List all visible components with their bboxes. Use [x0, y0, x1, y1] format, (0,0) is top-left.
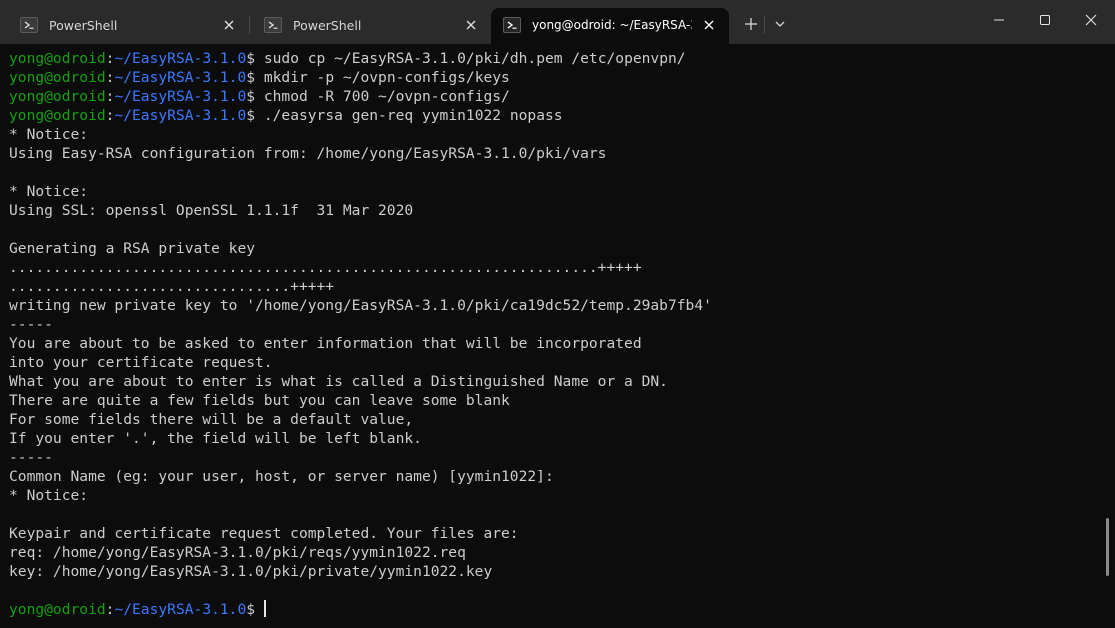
prompt-symbol: $ — [246, 88, 256, 105]
output-line: For some fields there will be a default … — [9, 411, 414, 428]
prompt-symbol: $ — [246, 107, 256, 124]
output-line: req: /home/yong/EasyRSA-3.1.0/pki/reqs/y… — [9, 544, 466, 561]
output-line: There are quite a few fields but you can… — [9, 392, 510, 409]
prompt-path: ~/EasyRSA-3.1.0 — [114, 69, 247, 86]
prompt-path: ~/EasyRSA-3.1.0 — [114, 50, 247, 67]
close-icon[interactable] — [700, 16, 718, 34]
maximize-button[interactable] — [1022, 0, 1068, 40]
terminal-icon — [503, 17, 521, 33]
prompt-line: yong@odroid:~/EasyRSA-3.1.0$ mkdir -p ~/… — [9, 68, 510, 87]
prompt-line: yong@odroid:~/EasyRSA-3.1.0$ chmod -R 70… — [9, 87, 510, 106]
prompt-line: yong@odroid:~/EasyRSA-3.1.0$ sudo cp ~/E… — [9, 49, 686, 68]
prompt-user: yong@odroid — [9, 107, 106, 124]
prompt-user: yong@odroid — [9, 88, 106, 105]
chevron-down-icon — [775, 21, 785, 27]
new-tab-button[interactable] — [739, 12, 763, 36]
toolbar-separator — [764, 16, 765, 34]
output-line: Common Name (eg: your user, host, or ser… — [9, 468, 554, 485]
command-text: mkdir -p ~/ovpn-configs/keys — [255, 69, 510, 86]
prompt-line: yong@odroid:~/EasyRSA-3.1.0$ — [9, 600, 266, 619]
prompt-path: ~/EasyRSA-3.1.0 — [114, 107, 247, 124]
minimize-icon — [994, 19, 1004, 21]
minimize-button[interactable] — [976, 0, 1022, 40]
tab-dropdown-button[interactable] — [768, 12, 792, 36]
output-line: ........................................… — [9, 259, 642, 276]
terminal-output[interactable]: yong@odroid:~/EasyRSA-3.1.0$ sudo cp ~/E… — [0, 44, 1115, 628]
output-line: Generating a RSA private key — [9, 240, 256, 257]
output-line: Using SSL: openssl OpenSSL 1.1.1f 31 Mar… — [9, 202, 414, 219]
tab-separator — [249, 16, 250, 34]
prompt-symbol: $ — [246, 50, 256, 67]
close-icon[interactable] — [462, 16, 480, 34]
output-line: ----- — [9, 449, 53, 466]
output-line: What you are about to enter is what is c… — [9, 373, 668, 390]
output-line: writing new private key to '/home/yong/E… — [9, 297, 712, 314]
prompt-path: ~/EasyRSA-3.1.0 — [114, 601, 247, 618]
prompt-path: ~/EasyRSA-3.1.0 — [114, 88, 247, 105]
close-window-button[interactable] — [1068, 0, 1114, 40]
output-line: ................................+++++ — [9, 278, 335, 295]
plus-icon — [745, 18, 757, 30]
tab-powershell-1[interactable]: PowerShell — [8, 8, 246, 44]
prompt-user: yong@odroid — [9, 50, 106, 67]
tab-powershell-2[interactable]: PowerShell — [252, 8, 488, 44]
text-cursor — [263, 600, 266, 617]
tab-title: yong@odroid: ~/EasyRSA-3.1. — [532, 18, 692, 32]
tab-title: PowerShell — [293, 18, 362, 33]
maximize-icon — [1040, 15, 1050, 25]
close-icon — [1085, 14, 1097, 26]
close-icon[interactable] — [220, 16, 238, 34]
output-line: ----- — [9, 316, 53, 333]
output-line: You are about to be asked to enter infor… — [9, 335, 642, 352]
prompt-line: yong@odroid:~/EasyRSA-3.1.0$ ./easyrsa g… — [9, 106, 563, 125]
command-text: sudo cp ~/EasyRSA-3.1.0/pki/dh.pem /etc/… — [255, 50, 686, 67]
powershell-icon — [264, 17, 282, 33]
command-text: ./easyrsa gen-req yymin1022 nopass — [255, 107, 563, 124]
prompt-user: yong@odroid — [9, 601, 106, 618]
output-line: key: /home/yong/EasyRSA-3.1.0/pki/privat… — [9, 563, 493, 580]
output-line: * Notice: — [9, 183, 89, 200]
output-line: * Notice: — [9, 487, 89, 504]
prompt-symbol: $ — [246, 69, 256, 86]
output-line: into your certificate request. — [9, 354, 273, 371]
command-text — [255, 601, 264, 618]
prompt-user: yong@odroid — [9, 69, 106, 86]
output-line: If you enter '.', the field will be left… — [9, 430, 422, 447]
tab-title: PowerShell — [49, 18, 118, 33]
output-line: * Notice: — [9, 126, 89, 143]
powershell-icon — [20, 17, 38, 33]
tab-ssh-session[interactable]: yong@odroid: ~/EasyRSA-3.1. — [491, 8, 729, 44]
tab-bar: PowerShell PowerShell yong@odroid: ~/Eas… — [0, 0, 1115, 44]
scrollbar-thumb[interactable] — [1106, 518, 1109, 576]
output-line: Using Easy-RSA configuration from: /home… — [9, 145, 607, 162]
terminal-window: PowerShell PowerShell yong@odroid: ~/Eas… — [0, 0, 1115, 628]
command-text: chmod -R 700 ~/ovpn-configs/ — [255, 88, 510, 105]
prompt-symbol: $ — [246, 601, 256, 618]
output-line: Keypair and certificate request complete… — [9, 525, 519, 542]
